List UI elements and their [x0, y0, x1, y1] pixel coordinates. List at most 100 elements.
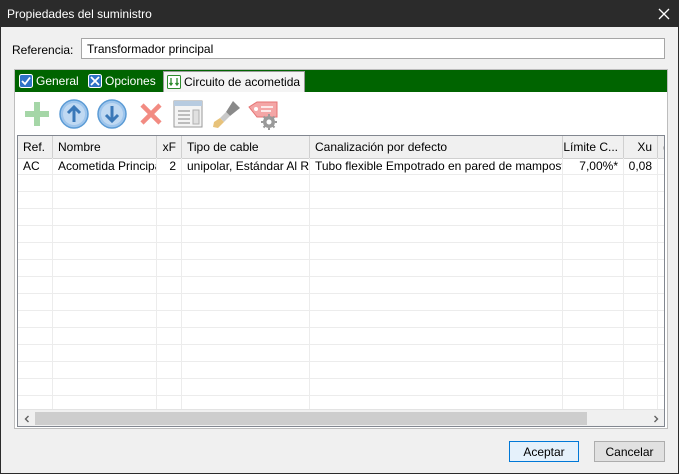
- empty-cell: [18, 209, 53, 226]
- reference-label: Referencia:: [12, 43, 74, 57]
- empty-table-row: [18, 294, 664, 311]
- tab-opciones[interactable]: Opciones: [88, 72, 156, 90]
- empty-cell: [563, 209, 624, 226]
- empty-cell: [563, 260, 624, 277]
- empty-cell: [624, 175, 658, 192]
- empty-cell: [624, 243, 658, 260]
- empty-cell: [563, 175, 624, 192]
- empty-cell: [658, 345, 664, 362]
- empty-cell: [157, 311, 182, 328]
- chevron-left-icon: [24, 415, 29, 422]
- empty-cell: [157, 175, 182, 192]
- empty-cell: [18, 192, 53, 209]
- empty-cell: [624, 209, 658, 226]
- empty-cell: [563, 379, 624, 396]
- column-header-nombre[interactable]: Nombre: [53, 136, 157, 158]
- dialog-window: Propiedades del suministro Referencia: G…: [0, 0, 679, 474]
- empty-cell: [157, 260, 182, 277]
- empty-cell: [310, 260, 563, 277]
- empty-cell: [658, 260, 664, 277]
- empty-cell: [563, 311, 624, 328]
- clean-button[interactable]: [211, 98, 243, 130]
- empty-cell: [563, 243, 624, 260]
- empty-cell: [310, 328, 563, 345]
- add-button[interactable]: [21, 98, 53, 130]
- empty-cell: [182, 362, 310, 379]
- x-icon: [140, 103, 162, 125]
- empty-table-row: [18, 209, 664, 226]
- column-header-canalizacion[interactable]: Canalización por defecto: [310, 136, 563, 158]
- empty-table-row: [18, 379, 664, 396]
- toolbar: [15, 92, 667, 132]
- tab-circuito-acometida[interactable]: Circuito de acometida: [163, 71, 306, 92]
- empty-cell: [658, 175, 664, 192]
- empty-cell: [624, 379, 658, 396]
- column-header-xf[interactable]: xF: [157, 136, 182, 158]
- edit-button[interactable]: [172, 98, 204, 130]
- empty-cell: [563, 192, 624, 209]
- table-header: Ref. Nombre xF Tipo de cable Canalizació…: [18, 136, 664, 159]
- move-up-button[interactable]: [58, 98, 90, 130]
- empty-cell: [658, 328, 664, 345]
- empty-cell: [658, 277, 664, 294]
- empty-cell: [310, 311, 563, 328]
- empty-cell: [182, 311, 310, 328]
- empty-cell: [182, 345, 310, 362]
- tab-circuito-acometida-label: Circuito de acometida: [184, 75, 301, 89]
- empty-cell: [182, 243, 310, 260]
- empty-cell: [18, 260, 53, 277]
- move-down-button[interactable]: [96, 98, 128, 130]
- empty-table-row: [18, 192, 664, 209]
- scrollbar-thumb[interactable]: [35, 412, 587, 425]
- arrow-down-icon: [97, 99, 127, 129]
- empty-cell: [310, 277, 563, 294]
- column-header-limite[interactable]: Límite C...: [563, 136, 624, 158]
- close-button[interactable]: [654, 4, 674, 24]
- empty-table-row: [18, 345, 664, 362]
- cancel-button[interactable]: Cancelar: [594, 441, 665, 462]
- empty-cell: [53, 345, 157, 362]
- tab-general[interactable]: General: [19, 72, 79, 90]
- scroll-left-button[interactable]: [18, 410, 35, 426]
- cell-canalizacion: Tubo flexible Empotrado en pared de mamp…: [310, 158, 563, 175]
- empty-cell: [624, 311, 658, 328]
- empty-cell: [310, 362, 563, 379]
- empty-cell: [182, 175, 310, 192]
- empty-cell: [157, 379, 182, 396]
- empty-table-row: [18, 328, 664, 345]
- window-title: Propiedades del suministro: [7, 7, 152, 21]
- empty-cell: [658, 209, 664, 226]
- column-header-xu[interactable]: Xu: [624, 136, 658, 158]
- scroll-right-button[interactable]: [647, 410, 664, 426]
- empty-cell: [18, 175, 53, 192]
- table-row[interactable]: AC Acometida Principal 2 unipolar, Están…: [18, 158, 664, 175]
- column-header-tipo-cable[interactable]: Tipo de cable: [182, 136, 310, 158]
- empty-table-row: [18, 277, 664, 294]
- empty-cell: [53, 209, 157, 226]
- empty-cell: [157, 328, 182, 345]
- tag-settings-button[interactable]: [247, 98, 279, 130]
- accept-button[interactable]: Aceptar: [509, 441, 579, 462]
- empty-cell: [18, 345, 53, 362]
- empty-table-row: [18, 243, 664, 260]
- empty-cell: [18, 294, 53, 311]
- empty-cell: [658, 243, 664, 260]
- empty-table-row: [18, 226, 664, 243]
- empty-cell: [658, 294, 664, 311]
- column-header-ref[interactable]: Ref.: [18, 136, 53, 158]
- empty-cell: [182, 277, 310, 294]
- cell-nombre: Acometida Principal: [53, 158, 157, 175]
- empty-cell: [624, 328, 658, 345]
- empty-cell: [53, 277, 157, 294]
- column-header-next[interactable]: (: [658, 136, 664, 158]
- empty-cell: [53, 328, 157, 345]
- horizontal-scrollbar[interactable]: [18, 409, 664, 426]
- empty-cell: [310, 345, 563, 362]
- empty-cell: [53, 311, 157, 328]
- empty-cell: [157, 345, 182, 362]
- delete-button[interactable]: [135, 98, 167, 130]
- reference-input[interactable]: [81, 38, 665, 59]
- empty-cell: [182, 226, 310, 243]
- checkbox-icon: [19, 74, 33, 88]
- brush-icon: [213, 101, 240, 128]
